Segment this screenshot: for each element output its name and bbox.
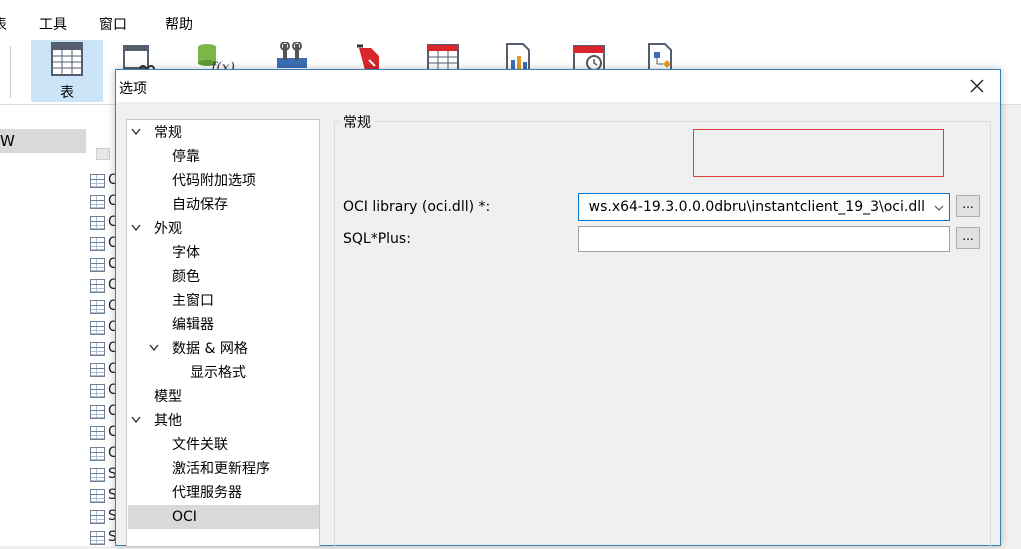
- table-icon: [90, 447, 105, 461]
- tree-item-file-association[interactable]: 文件关联: [127, 433, 319, 457]
- tree-item-data-grid[interactable]: 数据 & 网格: [127, 337, 319, 361]
- list-item[interactable]: C: [90, 340, 118, 360]
- list-item[interactable]: S: [90, 508, 117, 528]
- dialog-title-bar[interactable]: 选项: [116, 70, 1000, 102]
- sqlplus-browse-button[interactable]: ...: [956, 227, 980, 249]
- close-button[interactable]: [960, 73, 994, 99]
- table-icon: [90, 279, 105, 293]
- tree-item-code-options[interactable]: 代码附加选项: [127, 169, 319, 193]
- settings-panel: 常规 OCI library (oci.dll) *: ws.x64-19.3.…: [334, 112, 991, 547]
- tree-item-other[interactable]: 其他: [127, 409, 319, 433]
- tree-item-oci[interactable]: OCI: [128, 505, 319, 529]
- object-list-header-icon: [90, 146, 110, 166]
- tree-item-proxy[interactable]: 代理服务器: [127, 481, 319, 505]
- general-group: 常规: [334, 112, 991, 547]
- table-icon: [90, 342, 105, 356]
- list-item[interactable]: C: [90, 403, 118, 423]
- group-title: 常规: [339, 112, 375, 132]
- list-item[interactable]: C: [90, 298, 118, 318]
- connection-item-label: W: [0, 132, 15, 150]
- chevron-down-icon[interactable]: [131, 224, 141, 232]
- object-list: C C C C C C C C C C C C C C S S S S: [86, 105, 118, 549]
- list-item[interactable]: C: [90, 277, 118, 297]
- table-icon: [90, 300, 105, 314]
- tree-item-appearance[interactable]: 外观: [127, 217, 319, 241]
- menu-help[interactable]: 帮助: [165, 14, 193, 34]
- table-icon: [90, 237, 105, 251]
- list-item[interactable]: C: [90, 235, 118, 255]
- oci-library-value: ws.x64-19.3.0.0.0dbru\instantclient_19_3…: [588, 199, 925, 215]
- tree-item-autosave[interactable]: 自动保存: [127, 193, 319, 217]
- options-dialog: 选项 常规 停靠 代码附加选项 自动保存 外观 字体 颜色 主窗口 编辑器 数据…: [115, 69, 1001, 547]
- list-item[interactable]: C: [90, 424, 118, 444]
- close-icon: [970, 79, 984, 93]
- tree-item-display-format[interactable]: 显示格式: [127, 361, 319, 385]
- table-icon: [51, 42, 83, 80]
- table-icon: [90, 405, 105, 419]
- table-icon: [90, 468, 105, 482]
- list-item[interactable]: S: [90, 529, 117, 549]
- menu-tools[interactable]: 工具: [39, 14, 67, 34]
- table-icon: [90, 531, 105, 545]
- tree-item-docking[interactable]: 停靠: [127, 145, 319, 169]
- table-icon: [90, 510, 105, 524]
- options-tree: 常规 停靠 代码附加选项 自动保存 外观 字体 颜色 主窗口 编辑器 数据 & …: [126, 119, 320, 547]
- tree-item-editor[interactable]: 编辑器: [127, 313, 319, 337]
- list-item[interactable]: C: [90, 319, 118, 339]
- oci-browse-button[interactable]: ...: [956, 195, 980, 217]
- list-item[interactable]: C: [90, 214, 118, 234]
- tree-item-colors[interactable]: 颜色: [127, 265, 319, 289]
- connection-pane: [0, 105, 86, 546]
- oci-library-combobox[interactable]: ws.x64-19.3.0.0.0dbru\instantclient_19_3…: [578, 193, 950, 221]
- oci-library-label: OCI library (oci.dll) *:: [343, 199, 491, 215]
- tree-item-general[interactable]: 常规: [127, 121, 319, 145]
- tree-item-model[interactable]: 模型: [127, 385, 319, 409]
- list-item[interactable]: C: [90, 193, 118, 213]
- ribbon-separator: [10, 46, 11, 98]
- list-item[interactable]: C: [90, 382, 118, 402]
- chevron-down-icon[interactable]: [131, 128, 141, 136]
- table-button[interactable]: 表: [31, 40, 103, 102]
- table-icon: [90, 489, 105, 503]
- table-icon: [90, 321, 105, 335]
- tree-item-font[interactable]: 字体: [127, 241, 319, 265]
- table-icon: [90, 174, 105, 188]
- chevron-down-icon[interactable]: [934, 205, 944, 211]
- list-item[interactable]: C: [90, 172, 118, 192]
- menu-window[interactable]: 窗口: [99, 14, 127, 34]
- dialog-title: 选项: [119, 81, 147, 97]
- list-item[interactable]: C: [90, 445, 118, 465]
- table-icon: [90, 216, 105, 230]
- tree-item-main-window[interactable]: 主窗口: [127, 289, 319, 313]
- menu-table[interactable]: 表: [0, 14, 7, 34]
- tree-item-activation-update[interactable]: 激活和更新程序: [127, 457, 319, 481]
- menubar: 表 工具 窗口 帮助: [0, 0, 1021, 39]
- list-item[interactable]: S: [90, 466, 117, 486]
- chevron-down-icon[interactable]: [131, 416, 141, 424]
- table-icon: [90, 258, 105, 272]
- table-icon: [90, 195, 105, 209]
- sqlplus-label: SQL*Plus:: [343, 231, 411, 247]
- table-icon: [90, 426, 105, 440]
- chevron-down-icon[interactable]: [149, 344, 159, 352]
- table-icon: [90, 384, 105, 398]
- list-item[interactable]: C: [90, 256, 118, 276]
- table-icon: [90, 363, 105, 377]
- table-button-label: 表: [60, 85, 74, 101]
- connection-item[interactable]: W: [0, 129, 86, 153]
- list-item[interactable]: S: [90, 487, 117, 507]
- sqlplus-field[interactable]: [578, 226, 950, 252]
- list-item[interactable]: C: [90, 361, 118, 381]
